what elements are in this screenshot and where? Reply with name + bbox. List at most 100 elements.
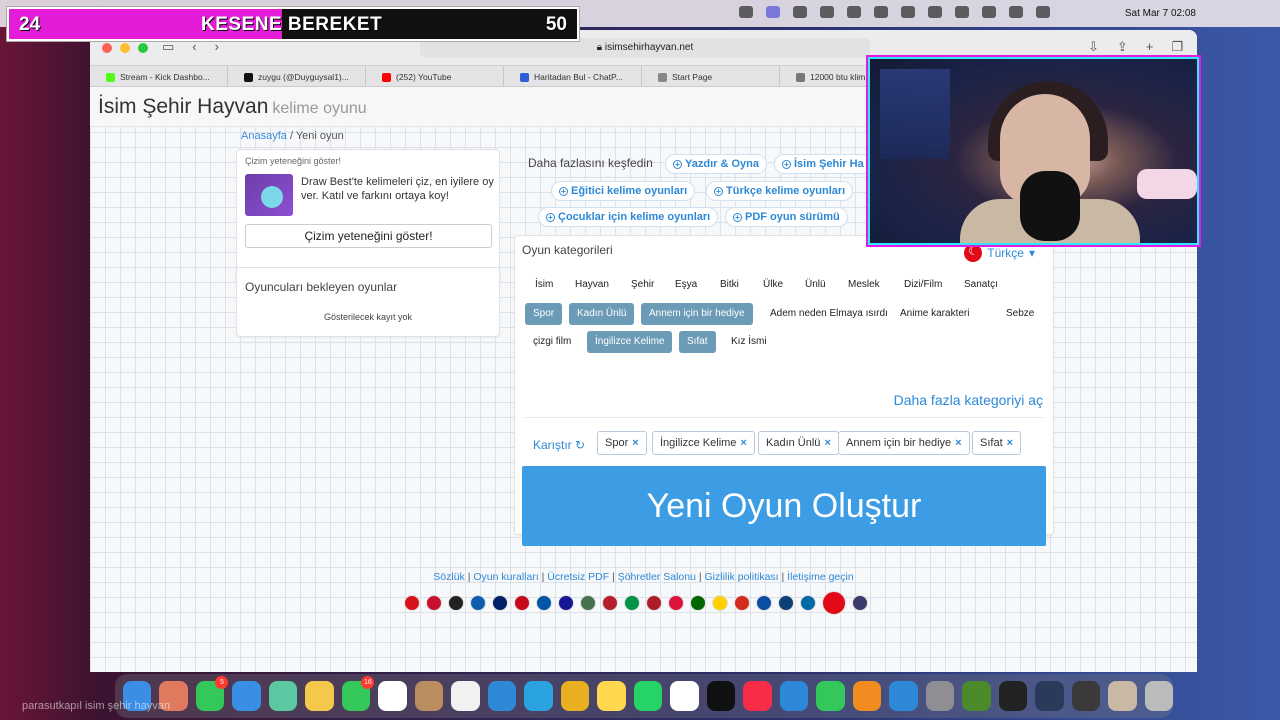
category-tag[interactable]: Meslek (840, 274, 888, 296)
language-flag-icon[interactable] (822, 591, 846, 615)
tab-overview-icon[interactable]: ❐ (1171, 39, 1183, 55)
discover-link-educational[interactable]: + Eğitici kelime oyunları (551, 181, 696, 201)
keyboard-icon[interactable] (820, 6, 834, 18)
dock-photo-icon[interactable] (1108, 681, 1137, 711)
remove-icon[interactable]: × (824, 437, 830, 449)
create-game-button[interactable]: Yeni Oyun Oluştur (522, 466, 1046, 546)
category-tag[interactable]: Kadın Ünlü (569, 303, 635, 325)
dock-apple-tv-icon[interactable] (706, 681, 736, 711)
grid-icon[interactable] (793, 6, 807, 18)
search-icon[interactable] (1009, 6, 1023, 18)
category-tag[interactable]: Anime karakteri (892, 303, 977, 325)
remove-icon[interactable]: × (955, 437, 961, 449)
footer-link[interactable]: Oyun kuralları (473, 571, 538, 583)
sidebar-icon[interactable]: ▭ (162, 39, 174, 55)
category-tag[interactable]: Ülke (755, 274, 791, 296)
category-tag[interactable]: çizgi film (525, 331, 579, 353)
dock-mail-icon[interactable] (232, 681, 261, 711)
forward-icon[interactable]: › (215, 39, 219, 55)
dock-pages-icon[interactable] (852, 681, 882, 711)
category-tag[interactable]: Şehir (623, 274, 662, 296)
dock-app-store-icon[interactable] (889, 681, 918, 711)
language-flag-icon[interactable] (448, 595, 464, 611)
category-tag[interactable]: Eşya (667, 274, 705, 296)
language-flag-icon[interactable] (514, 595, 530, 611)
selected-category-chip[interactable]: Kadın Ünlü × (758, 431, 839, 455)
category-tag[interactable]: Hayvan (567, 274, 617, 296)
selected-category-chip[interactable]: Sıfat × (972, 431, 1022, 455)
selected-category-chip[interactable]: Spor × (597, 431, 647, 455)
download-icon[interactable]: ⇩ (1088, 39, 1099, 55)
footer-link[interactable]: Gizlilik politikası (704, 571, 778, 583)
dock-chrome-icon[interactable] (560, 681, 590, 711)
site-title[interactable]: İsim Şehir Hayvan kelime oyunu (98, 95, 367, 119)
dock-facetime-icon[interactable]: 16 (341, 676, 375, 711)
language-flag-icon[interactable] (602, 595, 618, 611)
browser-tab[interactable]: Stream - Kick Dashbo... (90, 66, 228, 88)
category-tag[interactable]: Ünlü (797, 274, 834, 296)
dock-contacts-icon[interactable] (414, 681, 444, 711)
dock-instruments-icon[interactable] (962, 681, 991, 711)
category-tag[interactable]: Annem için bir hediye (641, 303, 753, 325)
dock-reminders-icon[interactable] (451, 681, 480, 711)
dock-trash-icon[interactable] (1144, 681, 1174, 711)
language-flag-icon[interactable] (756, 595, 772, 611)
remove-icon[interactable]: × (632, 437, 638, 449)
language-flag-icon[interactable] (852, 595, 868, 611)
address-bar[interactable]: 🔒︎ isimsehirhayvan.net (420, 38, 870, 58)
dock-freeform-icon[interactable] (670, 681, 699, 711)
share-icon[interactable]: ⇪ (1117, 39, 1128, 55)
dock-calendar-icon[interactable] (378, 681, 407, 711)
category-tag[interactable]: İngilizce Kelime (587, 331, 673, 353)
zoom-button[interactable] (138, 43, 148, 53)
dock-numbers-icon[interactable] (816, 681, 845, 711)
category-tag[interactable]: Bitki (712, 274, 747, 296)
category-tag[interactable]: Dizi/Film (896, 274, 950, 296)
wifi-icon[interactable] (982, 6, 996, 18)
browser-tab[interactable]: zuygu (@Duyguysal1)... (228, 66, 366, 88)
language-flag-icon[interactable] (778, 595, 794, 611)
status-icon[interactable] (739, 6, 753, 18)
selected-category-chip[interactable]: Annem için bir hediye × (838, 431, 970, 455)
language-flag-icon[interactable] (580, 595, 596, 611)
category-tag[interactable]: Spor (525, 303, 563, 325)
dock-music-icon[interactable] (743, 681, 772, 711)
close-button[interactable] (102, 43, 112, 53)
category-tag[interactable]: İsim (527, 274, 561, 296)
language-flag-icon[interactable] (624, 595, 640, 611)
language-flag-icon[interactable] (690, 595, 706, 611)
remove-icon[interactable]: × (740, 437, 746, 449)
discover-link-pdf[interactable]: + PDF oyun sürümü (725, 207, 848, 227)
browser-tab[interactable]: Start Page (642, 66, 780, 88)
breadcrumb-home[interactable]: Anasayfa (241, 130, 287, 142)
more-categories-link[interactable]: Daha fazla kategoriyi aç (894, 392, 1043, 408)
category-tag[interactable]: Kız İsmi (723, 331, 775, 353)
discover-link-turkish[interactable]: + Türkçe kelime oyunları (706, 181, 854, 201)
language-flag-icon[interactable] (668, 595, 684, 611)
dock-obs-icon[interactable] (998, 681, 1028, 711)
draw-best-image[interactable] (245, 174, 293, 216)
language-flag-icon[interactable] (558, 595, 574, 611)
dock-safari-icon[interactable] (487, 681, 517, 711)
category-tag[interactable]: Adem neden Elmaya ısırdı (762, 303, 896, 325)
dock-preview-icon[interactable] (1035, 681, 1064, 711)
dock-davinci-icon[interactable] (1071, 681, 1101, 711)
dock-telegram-icon[interactable] (524, 681, 553, 711)
footer-link[interactable]: Ücretsiz PDF (547, 571, 609, 583)
dock-keynote-icon[interactable] (779, 681, 809, 711)
screen-share-icon[interactable] (766, 6, 780, 18)
language-flag-icon[interactable] (404, 595, 420, 611)
discover-link-print[interactable]: + Yazdır & Oyna (665, 154, 767, 174)
cloud-icon[interactable] (874, 6, 888, 18)
discover-link-kids[interactable]: + Çocuklar için kelime oyunları (538, 207, 719, 227)
language-flag-icon[interactable] (734, 595, 750, 611)
language-flag-icon[interactable] (470, 595, 486, 611)
category-tag[interactable]: Sanatçı (956, 274, 1006, 296)
dock-messages-icon[interactable]: 5 (195, 676, 229, 711)
shuffle-button[interactable]: Karıştır ↻ (533, 438, 585, 452)
new-tab-icon[interactable]: + (1146, 39, 1154, 55)
language-flag-icon[interactable] (536, 595, 552, 611)
browser-tab[interactable]: (252) YouTube (366, 66, 504, 88)
footer-link[interactable]: Sözlük (433, 571, 465, 583)
bluetooth-icon[interactable] (901, 6, 915, 18)
